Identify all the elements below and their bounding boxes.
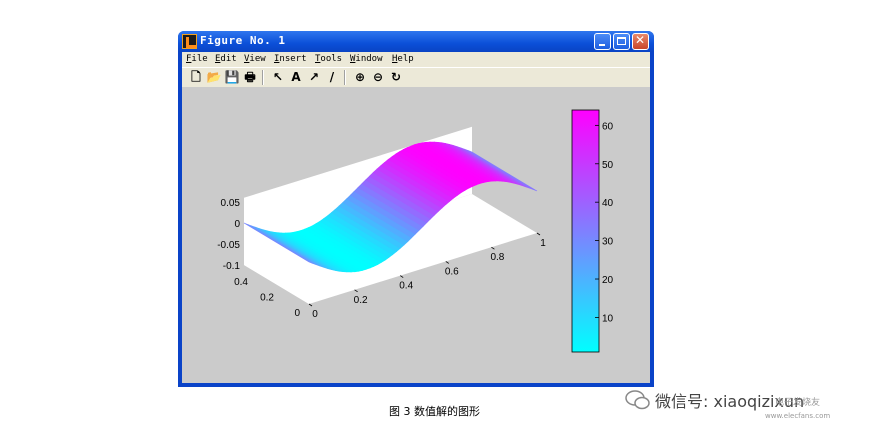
- colorbar-tick-label: 60: [602, 121, 614, 132]
- colorbar-tick-label: 30: [602, 237, 614, 248]
- y-tick-label: 0.4: [234, 277, 248, 288]
- z-tick-label: 0.05: [221, 198, 241, 209]
- x-tick-mark: [399, 275, 404, 278]
- x-tick-label: 0.2: [354, 295, 368, 306]
- matlab-icon: [182, 34, 197, 49]
- rotate-icon[interactable]: ↻: [388, 70, 404, 85]
- surface-plot[interactable]: 00.20.40.60.8100.20.40.050-0.05-0.1 1020…: [182, 87, 650, 383]
- title-bar[interactable]: Figure No. 1 ✕: [178, 31, 654, 52]
- x-tick-label: 0: [312, 309, 318, 320]
- y-tick-label: 0: [294, 308, 300, 319]
- toolbar-separator: [344, 70, 346, 85]
- window-title: Figure No. 1: [200, 34, 286, 47]
- wechat-icon: [625, 390, 650, 410]
- colorbar-tick-label: 20: [602, 275, 614, 286]
- z-tick-label: 0: [234, 219, 240, 230]
- toolbar-separator: [262, 70, 264, 85]
- y-tick-label: 0.2: [260, 292, 274, 303]
- x-tick-label: 0.4: [399, 281, 413, 292]
- x-tick-mark: [445, 261, 450, 264]
- colorbar-tick-label: 10: [602, 313, 614, 324]
- z-tick-label: -0.1: [223, 261, 241, 272]
- zoom-in-icon[interactable]: ⊕: [352, 70, 368, 85]
- save-icon[interactable]: 💾: [224, 70, 240, 85]
- watermark: 微信号: xiaoqizixun 电子发烧友 www.elecfans.com: [625, 385, 865, 420]
- open-folder-icon[interactable]: 📂: [206, 70, 222, 85]
- menu-window[interactable]: Window: [350, 54, 383, 64]
- menu-insert[interactable]: Insert: [274, 54, 307, 64]
- x-tick-mark: [354, 289, 358, 293]
- line-icon[interactable]: /: [324, 70, 340, 85]
- arrow-line-icon[interactable]: ↗: [306, 70, 322, 85]
- zoom-out-icon[interactable]: ⊖: [370, 70, 386, 85]
- x-tick-label: 0.8: [490, 252, 504, 263]
- menu-file[interactable]: File: [186, 54, 208, 64]
- menu-bar: File Edit View Insert Tools Window Help: [182, 52, 650, 67]
- print-icon[interactable]: 🖶: [242, 70, 258, 85]
- x-tick-mark: [308, 303, 313, 307]
- menu-view[interactable]: View: [244, 54, 266, 64]
- x-tick-label: 1: [540, 238, 546, 249]
- site-url: www.elecfans.com: [765, 412, 831, 420]
- figure-window: Figure No. 1 ✕ File Edit View Insert Too…: [178, 31, 654, 387]
- menu-edit[interactable]: Edit: [215, 54, 237, 64]
- menu-tools[interactable]: Tools: [315, 54, 342, 64]
- minimize-button[interactable]: [594, 33, 611, 50]
- colorbar-tick-label: 50: [602, 160, 614, 171]
- menu-help[interactable]: Help: [392, 54, 414, 64]
- x-tick-mark: [536, 232, 541, 236]
- plot-area: 0 0.2 0.4 0.6 0.8 1 0 0.2 0.4 0.05 0 -0.05 -0.1 10 20…: [182, 87, 650, 383]
- brand-name: 电子发烧友: [775, 398, 821, 408]
- new-file-icon[interactable]: 🗋: [188, 70, 204, 85]
- toolbar: 🗋 📂 💾 🖶 ↖ A ↗ / ⊕ ⊖ ↻: [182, 67, 650, 87]
- x-tick-mark: [491, 246, 495, 250]
- text-icon[interactable]: A: [288, 70, 304, 85]
- z-tick-label: -0.05: [217, 240, 240, 251]
- arrow-pointer-icon[interactable]: ↖: [270, 70, 286, 85]
- colorbar-tick-label: 40: [602, 198, 614, 209]
- x-tick-label: 0.6: [445, 266, 459, 277]
- maximize-button[interactable]: [613, 33, 630, 50]
- colorbar: [571, 109, 600, 353]
- close-button[interactable]: ✕: [632, 33, 649, 50]
